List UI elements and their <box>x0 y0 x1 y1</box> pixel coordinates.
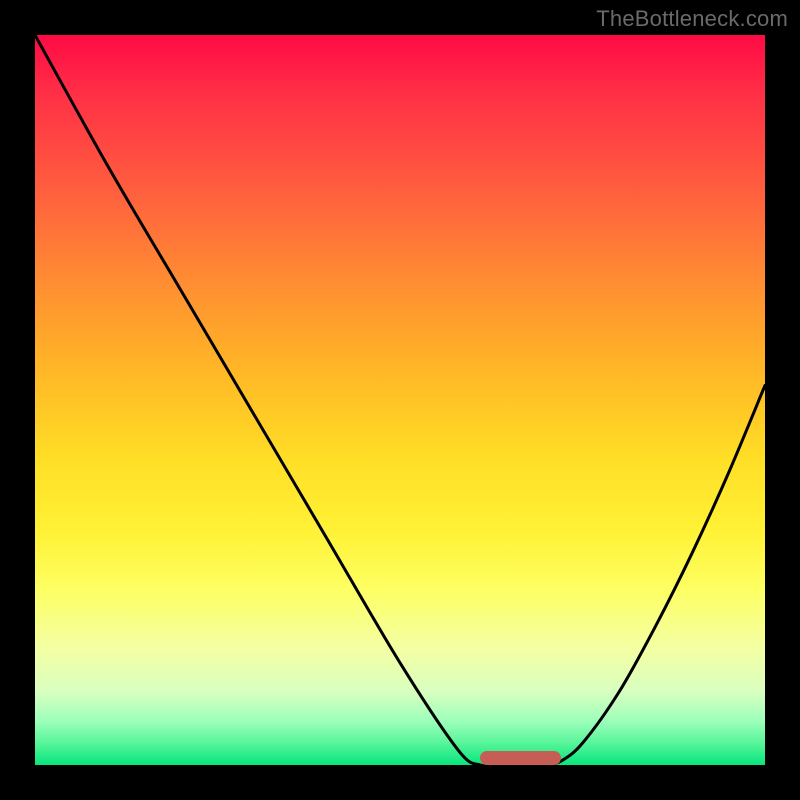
optimal-range-marker <box>480 751 560 765</box>
watermark-text: TheBottleneck.com <box>596 6 788 32</box>
curve-right-branch <box>546 385 765 765</box>
bottleneck-curve <box>35 35 765 765</box>
curve-left-branch <box>35 35 495 765</box>
chart-frame: TheBottleneck.com <box>0 0 800 800</box>
plot-area <box>35 35 765 765</box>
